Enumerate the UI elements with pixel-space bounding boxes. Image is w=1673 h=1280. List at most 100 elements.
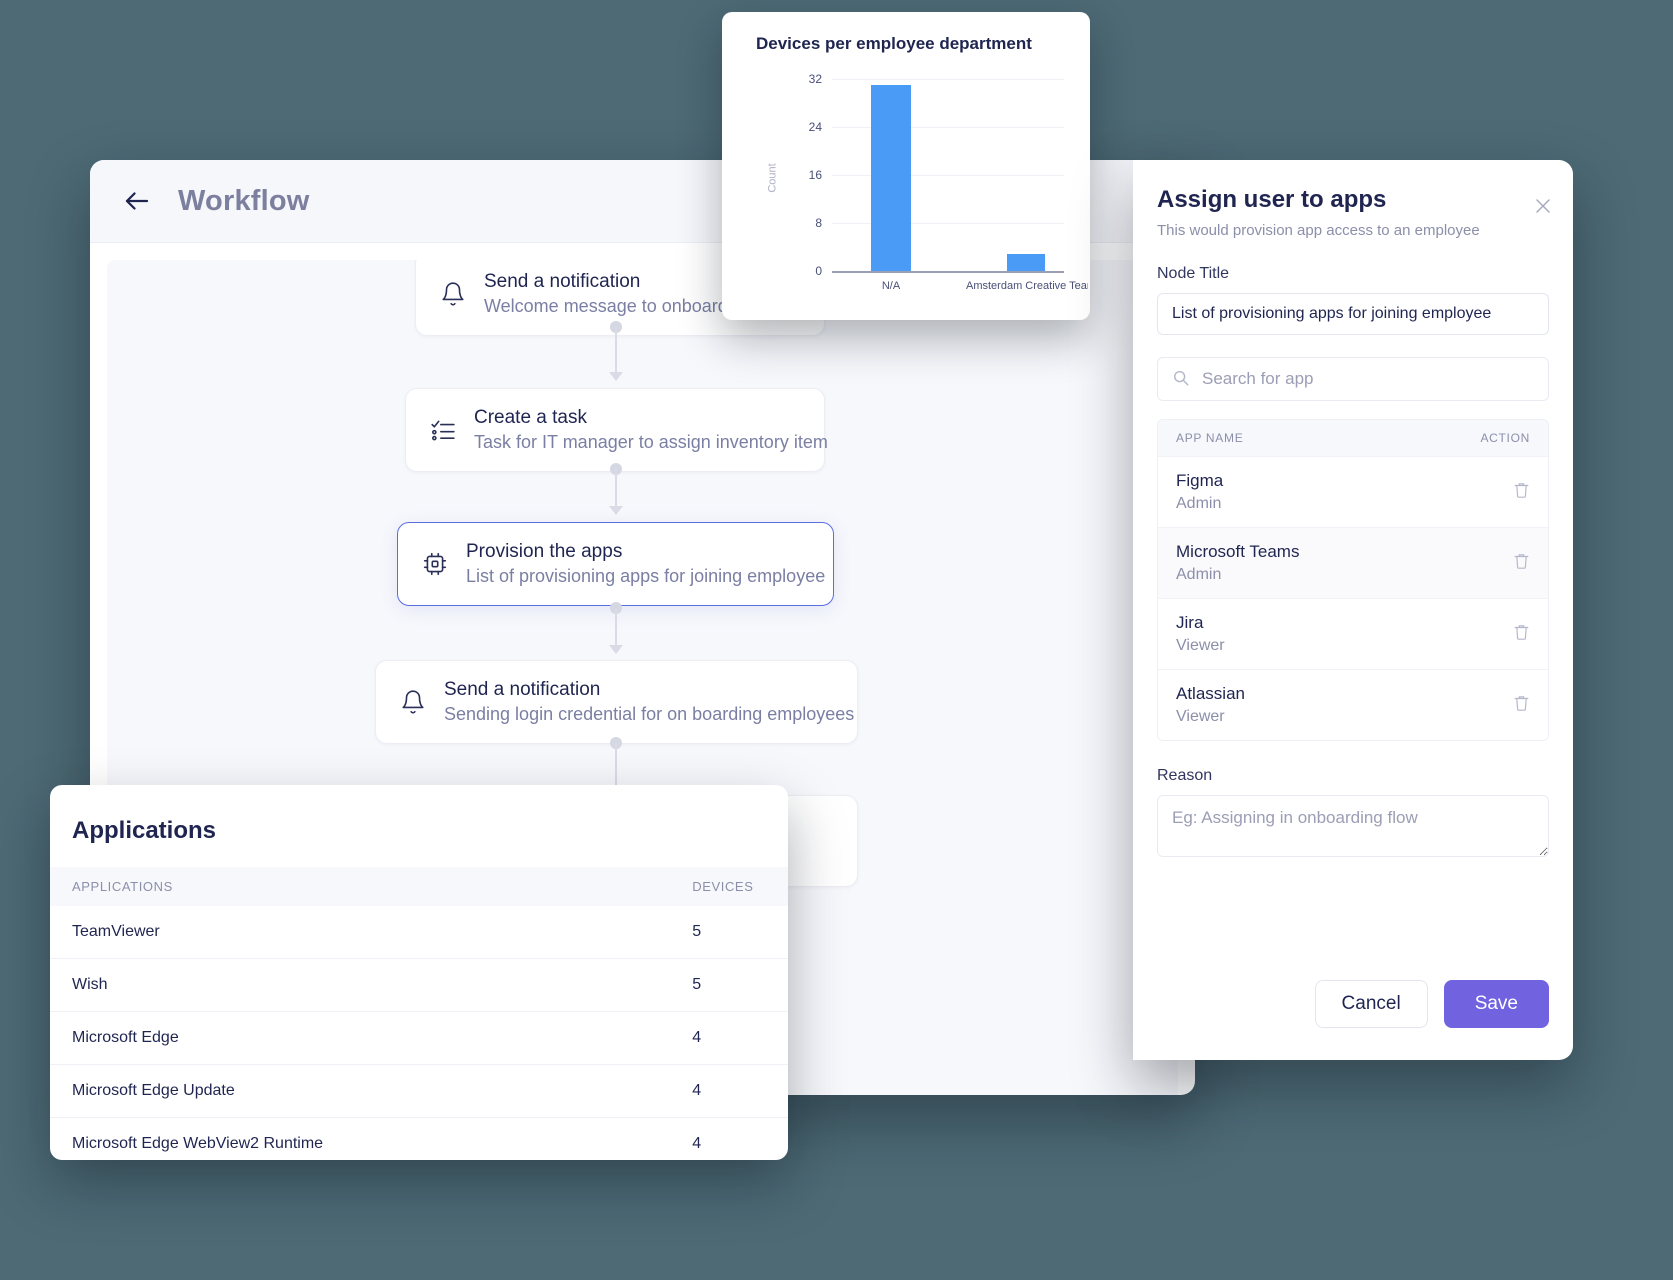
- chart-title: Devices per employee department: [756, 34, 1032, 53]
- app-name: Atlassian: [1176, 684, 1245, 703]
- table-row[interactable]: Jira Viewer: [1158, 598, 1548, 669]
- devices-chart-card: Devices per employee department Count 32…: [722, 12, 1090, 320]
- panel-subtitle: This would provision app access to an em…: [1157, 222, 1480, 239]
- x-axis-line: [832, 271, 1064, 273]
- gridline: [832, 175, 1064, 176]
- bar-amsterdam-creative-team: [1007, 254, 1045, 271]
- table-row[interactable]: Atlassian Viewer: [1158, 669, 1548, 740]
- node-title-input[interactable]: [1157, 293, 1549, 335]
- search-app-field: [1157, 357, 1549, 401]
- table-header-row: APPLICATIONS DEVICES: [50, 867, 788, 906]
- cell-application-name: TeamViewer: [50, 906, 347, 959]
- workflow-node-create-task[interactable]: Create a task Task for IT manager to ass…: [405, 388, 828, 472]
- column-header-devices: DEVICES: [346, 867, 788, 906]
- close-icon[interactable]: [1533, 196, 1553, 221]
- search-icon: [1172, 369, 1190, 392]
- app-name: Figma: [1176, 471, 1224, 490]
- panel-title: Assign user to apps: [1157, 186, 1387, 213]
- node-title: Send a notification: [444, 679, 601, 700]
- cell-application-name: Microsoft Edge: [50, 1011, 347, 1065]
- applications-title: Applications: [72, 817, 217, 844]
- app-name: Microsoft Teams: [1176, 542, 1300, 561]
- node-text: Create a task Task for IT manager to ass…: [474, 407, 828, 453]
- assign-user-to-apps-panel: Assign user to apps This would provision…: [1133, 160, 1573, 1060]
- table-row[interactable]: Microsoft Edge 4: [50, 1011, 788, 1065]
- column-header-app-name: APP NAME: [1176, 431, 1244, 445]
- gridline: [832, 79, 1064, 80]
- x-tick-label: N/A: [881, 280, 901, 292]
- node-text: Provision the apps List of provisioning …: [466, 541, 825, 587]
- trash-icon[interactable]: [1513, 481, 1530, 504]
- table-row[interactable]: Microsoft Edge Update 4: [50, 1064, 788, 1118]
- trash-icon[interactable]: [1513, 623, 1530, 646]
- app-name: Jira: [1176, 613, 1204, 632]
- table-row[interactable]: TeamViewer 5: [50, 906, 788, 959]
- gridline: [832, 223, 1064, 224]
- table-header-row: APP NAME ACTION: [1158, 420, 1548, 456]
- cell-application-name: Microsoft Edge WebView2 Runtime: [50, 1117, 347, 1160]
- panel-header: Assign user to apps This would provision…: [1157, 186, 1550, 239]
- x-tick-label: Amsterdam Creative Team: [966, 280, 1088, 292]
- chart-plot-area: Count 32 24 16 8 0 N/A Amsterdam Creativ…: [740, 72, 1088, 306]
- cell-device-count: 4: [346, 1011, 788, 1065]
- table-row[interactable]: Wish 5: [50, 958, 788, 1012]
- cell-application-name: Wish: [50, 958, 347, 1012]
- workflow-node-provision-apps[interactable]: Provision the apps List of provisioning …: [397, 522, 834, 606]
- app-cell: Microsoft Teams Admin: [1176, 542, 1299, 584]
- connector-arrow: [609, 506, 623, 515]
- checklist-icon: [428, 415, 458, 445]
- cell-device-count: 5: [346, 906, 788, 959]
- applications-card: Applications APPLICATIONS DEVICES TeamVi…: [50, 785, 788, 1160]
- trash-icon[interactable]: [1513, 552, 1530, 575]
- cell-application-name: Microsoft Edge Update: [50, 1064, 347, 1118]
- node-subtitle: List of provisioning apps for joining em…: [466, 566, 826, 586]
- app-cell: Jira Viewer: [1176, 613, 1225, 655]
- cell-device-count: 5: [346, 958, 788, 1012]
- bell-icon: [438, 279, 468, 309]
- node-text: Send a notification Sending login creden…: [444, 679, 854, 725]
- workflow-node-send-notification-2[interactable]: Send a notification Sending login creden…: [375, 660, 858, 744]
- node-subtitle: Task for IT manager to assign inventory …: [474, 432, 828, 452]
- bell-icon: [398, 687, 428, 717]
- cell-device-count: 4: [346, 1117, 788, 1160]
- app-role: Admin: [1176, 566, 1222, 583]
- screenshot-stage: Workflow Send a notification Welcome mes…: [0, 0, 1673, 1280]
- applications-table: APPLICATIONS DEVICES TeamViewer 5 Wish 5…: [50, 867, 788, 1160]
- table-row[interactable]: Microsoft Teams Admin: [1158, 527, 1548, 598]
- panel-actions: Cancel Save: [1314, 980, 1549, 1028]
- app-role: Viewer: [1176, 708, 1225, 725]
- app-role: Admin: [1176, 495, 1222, 512]
- chip-icon: [420, 549, 450, 579]
- app-cell: Figma Admin: [1176, 471, 1223, 513]
- app-cell: Atlassian Viewer: [1176, 684, 1245, 726]
- y-tick-32: 32: [808, 72, 822, 86]
- node-title-label: Node Title: [1157, 265, 1230, 282]
- cancel-button[interactable]: Cancel: [1314, 980, 1428, 1028]
- reason-textarea[interactable]: [1157, 795, 1549, 857]
- bar-na: [871, 85, 911, 271]
- connector-arrow: [609, 372, 623, 381]
- assigned-apps-table: APP NAME ACTION Figma Admin Microsoft Te…: [1157, 419, 1549, 741]
- node-title: Provision the apps: [466, 541, 623, 562]
- trash-icon[interactable]: [1513, 694, 1530, 717]
- cell-device-count: 4: [346, 1064, 788, 1118]
- y-axis-label: Count: [766, 163, 779, 193]
- connector-line: [615, 327, 617, 375]
- save-button[interactable]: Save: [1443, 980, 1549, 1028]
- y-tick-0: 0: [815, 264, 822, 278]
- reason-label: Reason: [1157, 767, 1213, 784]
- table-row[interactable]: Figma Admin: [1158, 456, 1548, 527]
- y-tick-8: 8: [815, 216, 822, 230]
- arrow-left-icon[interactable]: [120, 184, 154, 218]
- y-tick-24: 24: [808, 120, 822, 134]
- connector-line: [615, 469, 617, 509]
- node-title: Create a task: [474, 407, 587, 428]
- connector-arrow: [609, 645, 623, 654]
- connector-line: [615, 608, 617, 648]
- app-role: Viewer: [1176, 637, 1225, 654]
- table-row[interactable]: Microsoft Edge WebView2 Runtime 4: [50, 1117, 788, 1160]
- search-input[interactable]: [1157, 357, 1549, 401]
- node-subtitle: Sending login credential for on boarding…: [444, 704, 855, 724]
- column-header-applications: APPLICATIONS: [50, 867, 347, 906]
- y-tick-16: 16: [808, 168, 822, 182]
